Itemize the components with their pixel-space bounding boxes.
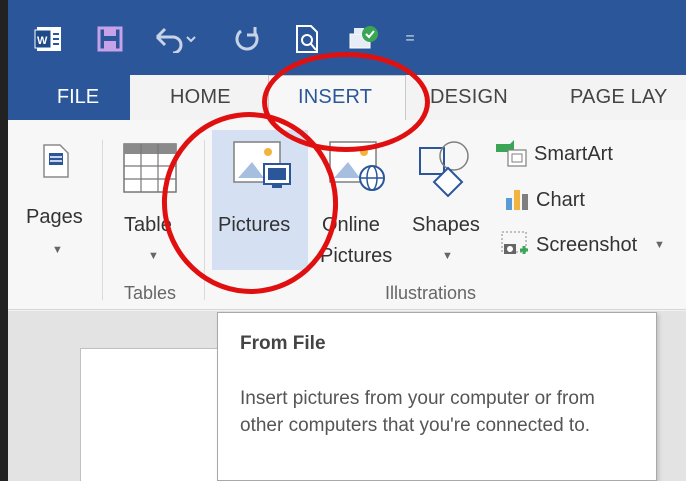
customize-qat-label: = [405, 30, 415, 47]
chart-button[interactable]: Chart [536, 189, 585, 212]
tab-file[interactable]: FILE [0, 75, 130, 120]
tooltip-title: From File [240, 333, 326, 354]
redo-icon[interactable] [230, 22, 264, 56]
pages-dropdown-icon[interactable]: ▼ [52, 244, 63, 256]
save-icon[interactable] [92, 22, 128, 56]
online-pictures-label-wrap: Pictures [320, 245, 392, 268]
illustrations-group-label: Illustrations [385, 283, 476, 304]
tables-group-text: Tables [124, 283, 177, 303]
tab-home[interactable]: HOME [170, 86, 231, 109]
pictures-tooltip: From File Insert pictures from your comp… [217, 312, 657, 481]
screenshot-button[interactable]: Screenshot [536, 234, 637, 257]
screenshot-label: Screenshot [536, 234, 638, 256]
tab-page-layout-label: PAGE LAY [570, 86, 668, 108]
tab-design[interactable]: DESIGN [430, 86, 508, 109]
shapes-label: Shapes [412, 214, 480, 236]
pages-icon [42, 143, 70, 184]
shapes-button[interactable]: Shapes [412, 214, 480, 237]
print-preview-icon[interactable] [290, 22, 324, 56]
customize-qat-icon[interactable]: = [400, 22, 420, 56]
word-app-icon[interactable]: W [30, 22, 66, 56]
screenshot-icon [500, 230, 530, 265]
word-window: W = FILE HOME INSERT DESIGN PAGE LAY Pag… [0, 0, 686, 481]
tab-design-label: DESIGN [430, 86, 508, 108]
group-separator [102, 140, 103, 300]
smartart-label: SmartArt [534, 143, 613, 165]
pages-button[interactable]: Pages [26, 206, 83, 229]
pages-label: Pages [26, 206, 83, 228]
document-page[interactable] [80, 348, 220, 481]
shapes-icon [416, 140, 476, 207]
tooltip-body: Insert pictures from your computer or fr… [240, 388, 595, 436]
smartart-button[interactable]: SmartArt [534, 143, 613, 166]
tables-group-label: Tables [124, 283, 176, 304]
tab-home-label: HOME [170, 86, 231, 108]
screenshot-dropdown-icon[interactable]: ▼ [654, 239, 665, 251]
tab-file-label: FILE [56, 86, 100, 108]
illustrations-group-text: Illustrations [385, 283, 477, 303]
shapes-dropdown-icon[interactable]: ▼ [442, 250, 453, 262]
undo-icon[interactable] [150, 22, 198, 56]
online-pictures-label-2: Pictures [320, 245, 393, 267]
chart-icon [504, 186, 530, 217]
table-dropdown-icon[interactable]: ▼ [148, 250, 159, 262]
svg-text:W: W [37, 35, 48, 47]
tab-page-layout[interactable]: PAGE LAY [570, 86, 668, 109]
chart-label: Chart [536, 189, 585, 211]
check-compatibility-icon[interactable] [344, 22, 384, 56]
smartart-icon [494, 138, 528, 175]
window-edge [0, 0, 8, 481]
